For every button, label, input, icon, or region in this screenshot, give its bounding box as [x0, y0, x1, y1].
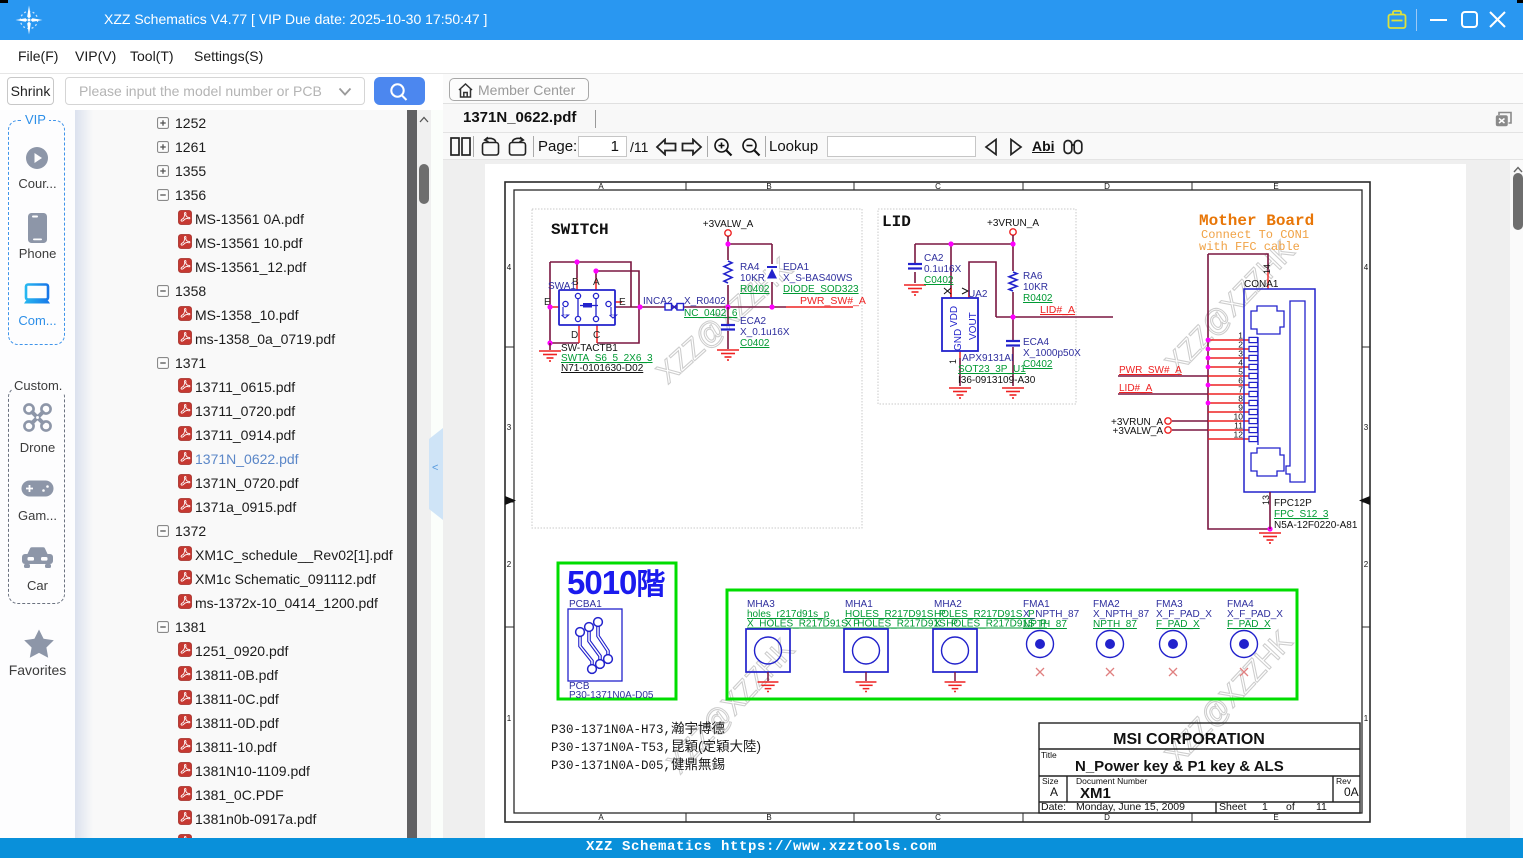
- svg-text:PWR_SW#_A: PWR_SW#_A: [1119, 365, 1182, 376]
- svg-text:A: A: [598, 813, 604, 822]
- svg-text:D: D: [1104, 813, 1110, 822]
- svg-text:C0402: C0402: [740, 338, 770, 349]
- svg-text:P30-1371N0A-T53,昆穎(定穎大陸): P30-1371N0A-T53,昆穎(定穎大陸): [551, 739, 761, 755]
- svg-text:XM1: XM1: [1080, 785, 1111, 802]
- svg-text:of: of: [1286, 801, 1295, 813]
- svg-text:4: 4: [1364, 263, 1369, 272]
- svg-text:APX9131AI: APX9131AI: [962, 353, 1014, 364]
- svg-text:P30-1371N0A-D05,健鼎無錫: P30-1371N0A-D05,健鼎無錫: [551, 757, 725, 773]
- svg-text:GND: GND: [953, 329, 964, 351]
- svg-text:E: E: [1273, 182, 1278, 191]
- svg-text:CA2: CA2: [924, 253, 944, 264]
- svg-text:R0402: R0402: [740, 284, 770, 295]
- svg-text:C0402: C0402: [924, 275, 954, 286]
- svg-text:E: E: [1273, 813, 1278, 822]
- svg-text:3: 3: [507, 423, 512, 432]
- svg-text:RA4: RA4: [740, 262, 760, 273]
- svg-text:VDD: VDD: [949, 306, 960, 327]
- svg-text:MSI CORPORATION: MSI CORPORATION: [1113, 731, 1265, 748]
- svg-text:4: 4: [507, 263, 512, 272]
- svg-text:FPC12P: FPC12P: [1274, 498, 1312, 509]
- svg-text:13: 13: [1261, 495, 1271, 505]
- svg-text:+3VALW_A: +3VALW_A: [703, 219, 754, 230]
- svg-text:D: D: [1104, 182, 1110, 191]
- svg-text:PCBA1: PCBA1: [569, 599, 602, 610]
- svg-text:NC_0402_6: NC_0402_6: [684, 308, 738, 319]
- svg-text:I36-0913109-A30: I36-0913109-A30: [958, 375, 1036, 386]
- svg-text:P30-1371N0A-D05: P30-1371N0A-D05: [569, 690, 654, 701]
- svg-text:P30-1371N0A-H73,瀚宇博德: P30-1371N0A-H73,瀚宇博德: [551, 720, 725, 737]
- svg-text:X_HOLES_R217D91S_P: X_HOLES_R217D91S_P: [747, 619, 860, 630]
- svg-text:2: 2: [507, 560, 512, 569]
- svg-text:SOT23_3P_U1: SOT23_3P_U1: [958, 364, 1026, 375]
- svg-text:1: 1: [1262, 801, 1268, 813]
- svg-text:B: B: [766, 182, 771, 191]
- svg-text:0.1u16X: 0.1u16X: [924, 264, 962, 275]
- svg-text:F_PAD_X: F_PAD_X: [1156, 619, 1200, 630]
- svg-text:5010階: 5010階: [567, 564, 665, 601]
- svg-text:LID: LID: [882, 213, 911, 231]
- svg-text:D: D: [571, 330, 578, 341]
- svg-text:0A: 0A: [1344, 785, 1359, 799]
- svg-text:2: 2: [1364, 560, 1369, 569]
- svg-text:C: C: [935, 813, 941, 822]
- svg-text:14: 14: [1262, 264, 1272, 274]
- svg-text:1: 1: [1364, 714, 1369, 723]
- svg-text:EDA1: EDA1: [783, 262, 810, 273]
- svg-text:RA6: RA6: [1023, 271, 1043, 282]
- svg-text:R0402: R0402: [1023, 293, 1053, 304]
- svg-text:NPTH_87: NPTH_87: [1093, 619, 1137, 630]
- svg-text:ECA2: ECA2: [740, 316, 767, 327]
- svg-text:+3VRUN_A: +3VRUN_A: [987, 218, 1039, 229]
- svg-text:10KR: 10KR: [1023, 282, 1048, 293]
- svg-text:Monday, June 15, 2009: Monday, June 15, 2009: [1076, 801, 1185, 813]
- svg-text:X_1000p50X: X_1000p50X: [1023, 348, 1081, 359]
- svg-text:+3VALW_A: +3VALW_A: [1113, 426, 1164, 437]
- svg-text:X_0.1u16X: X_0.1u16X: [740, 327, 790, 338]
- svg-text:1: 1: [948, 359, 958, 364]
- svg-text:10KR: 10KR: [740, 273, 765, 284]
- svg-text:F_PAD_X: F_PAD_X: [1227, 619, 1271, 630]
- svg-text:LID#_A: LID#_A: [1040, 304, 1075, 316]
- svg-text:1: 1: [507, 714, 512, 723]
- svg-text:X_R0402: X_R0402: [684, 296, 726, 307]
- svg-text:Title: Title: [1041, 750, 1057, 760]
- svg-text:N5A-12F0220-A81: N5A-12F0220-A81: [1274, 520, 1358, 531]
- svg-text:E: E: [619, 297, 626, 308]
- svg-text:with FFC cable: with FFC cable: [1199, 240, 1300, 254]
- svg-text:C: C: [593, 330, 600, 341]
- svg-text:DIODE_SOD323: DIODE_SOD323: [783, 284, 859, 295]
- svg-text:VOUT: VOUT: [968, 312, 979, 340]
- svg-text:SWITCH: SWITCH: [551, 221, 609, 239]
- svg-text:X_S-BAS40WS: X_S-BAS40WS: [783, 273, 853, 284]
- svg-text:LID#_A: LID#_A: [1119, 383, 1153, 394]
- svg-text:Date:: Date:: [1041, 801, 1066, 813]
- svg-text:N_Power key & P1 key & ALS: N_Power key & P1 key & ALS: [1075, 758, 1284, 775]
- svg-text:B: B: [766, 813, 771, 822]
- svg-text:ECA4: ECA4: [1023, 337, 1050, 348]
- svg-text:A: A: [593, 277, 600, 288]
- svg-text:A: A: [1050, 785, 1058, 799]
- svg-text:FPC_S12_3: FPC_S12_3: [1274, 509, 1329, 520]
- svg-text:A: A: [598, 182, 604, 191]
- svg-text:PWR_SW#_A: PWR_SW#_A: [800, 295, 866, 307]
- svg-text:11: 11: [1316, 801, 1327, 813]
- svg-text:C: C: [935, 182, 941, 191]
- svg-text:N71-0101630-D02: N71-0101630-D02: [561, 363, 644, 374]
- svg-text:Sheet: Sheet: [1219, 801, 1247, 813]
- svg-text:NPTH_87: NPTH_87: [1023, 619, 1067, 630]
- svg-text:12: 12: [1234, 430, 1244, 440]
- svg-text:SWA1: SWA1: [548, 281, 576, 292]
- svg-text:C0402: C0402: [1023, 359, 1053, 370]
- svg-text:3: 3: [1364, 423, 1369, 432]
